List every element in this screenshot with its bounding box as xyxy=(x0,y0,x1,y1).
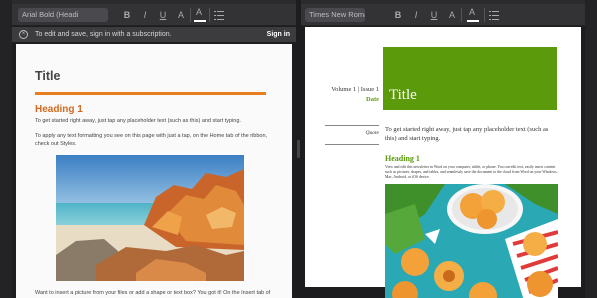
italic-button[interactable]: I xyxy=(136,4,154,26)
apricots-image xyxy=(385,184,558,298)
coastal-rocks-image xyxy=(56,155,244,281)
title-rule xyxy=(35,92,266,95)
underline-button[interactable]: U xyxy=(154,4,172,26)
left-formatting-toolbar: Arial Bold (Headi B I U A A xyxy=(12,4,296,26)
highlight-color-swatch xyxy=(467,19,479,22)
banner-message: To edit and save, sign in with a subscri… xyxy=(35,31,172,38)
italic-button[interactable]: I xyxy=(407,4,425,26)
toolbar-separator xyxy=(209,7,210,22)
bold-button[interactable]: B xyxy=(389,4,407,26)
volume-issue: Volume 1 | Issue 1 xyxy=(331,86,379,93)
doc-paragraph: To apply any text formatting you see on … xyxy=(35,133,268,147)
left-bezel xyxy=(0,0,12,298)
bold-button[interactable]: B xyxy=(118,4,136,26)
highlight-button[interactable]: A xyxy=(462,4,484,26)
quote-label: Quote xyxy=(365,130,379,136)
newsletter-paragraph: View and edit this newsletter in Word on… xyxy=(385,165,558,179)
font-name-field[interactable]: Times New Roma xyxy=(305,7,365,22)
right-newsletter-page: Title Volume 1 | Issue 1 Date Quote To g… xyxy=(305,27,581,298)
font-size-button[interactable]: A xyxy=(443,4,461,26)
highlight-color-swatch xyxy=(194,19,206,22)
right-formatting-toolbar: Times New Roma B I U A A xyxy=(301,4,585,26)
newsletter-title: Title xyxy=(389,87,417,103)
close-circle-icon[interactable]: × xyxy=(19,30,28,39)
font-name-field[interactable]: Arial Bold (Headi xyxy=(18,7,108,22)
split-screen-device: Arial Bold (Headi B I U A A × To edit an… xyxy=(0,0,597,298)
right-word-window: Times New Roma B I U A A Title Volume 1 … xyxy=(301,0,585,298)
left-word-window: Arial Bold (Headi B I U A A × To edit an… xyxy=(12,0,296,298)
sign-in-button[interactable]: Sign in xyxy=(267,31,290,38)
doc-heading: Heading 1 xyxy=(35,104,83,115)
newsletter-heading: Heading 1 xyxy=(385,154,420,163)
right-bezel xyxy=(585,0,597,298)
doc-paragraph: Want to insert a picture from your files… xyxy=(35,290,271,298)
subscription-banner: × To edit and save, sign in with a subsc… xyxy=(12,27,296,42)
quote-rule xyxy=(325,125,379,126)
underline-button[interactable]: U xyxy=(425,4,443,26)
highlight-button[interactable]: A xyxy=(191,4,209,26)
bullet-list-icon[interactable] xyxy=(489,10,499,20)
doc-paragraph: To get started right away, just tap any … xyxy=(35,118,241,124)
doc-title: Title xyxy=(35,69,61,83)
left-document-page: Title Heading 1 To get started right awa… xyxy=(16,44,292,298)
font-size-button[interactable]: A xyxy=(172,4,190,26)
split-divider-handle[interactable] xyxy=(297,140,300,158)
quote-rule xyxy=(325,144,379,145)
date-label: Date xyxy=(366,96,379,103)
bullet-list-icon[interactable] xyxy=(214,10,224,20)
newsletter-paragraph: To get started right away, just tap any … xyxy=(385,126,549,142)
toolbar-separator xyxy=(484,7,485,22)
